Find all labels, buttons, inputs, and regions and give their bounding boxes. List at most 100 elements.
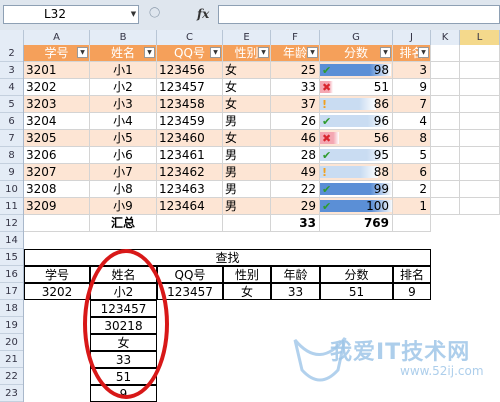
cell-empty[interactable]: [460, 181, 500, 198]
cell-empty[interactable]: [460, 96, 500, 113]
cell-age[interactable]: 26: [271, 113, 320, 130]
column-header-K[interactable]: K: [431, 30, 460, 45]
summary-age-total[interactable]: 33: [271, 215, 320, 232]
cell-empty[interactable]: [431, 147, 460, 164]
table-header-5[interactable]: 年龄 ▼: [271, 45, 320, 62]
select-all-corner[interactable]: [0, 30, 24, 45]
cell-qq[interactable]: 123457: [157, 79, 223, 96]
row-header-7[interactable]: 7: [0, 130, 23, 147]
cell-id[interactable]: 3208: [24, 181, 90, 198]
table-header-2[interactable]: 姓名 ▼: [90, 45, 157, 62]
row-header-5[interactable]: 5: [0, 96, 23, 113]
lookup-value-5[interactable]: 33: [271, 283, 320, 300]
column-header-E[interactable]: E: [223, 30, 271, 45]
cell-id[interactable]: 3205: [24, 130, 90, 147]
cell-qq[interactable]: 123459: [157, 113, 223, 130]
name-box-dropdown-icon[interactable]: ▼: [128, 5, 139, 24]
cell-rank[interactable]: 3: [393, 62, 431, 79]
cell-name[interactable]: 小4: [90, 113, 157, 130]
lookup-value-6[interactable]: 51: [320, 283, 393, 300]
column-header-F[interactable]: F: [271, 30, 320, 45]
row-header-4[interactable]: 4: [0, 79, 23, 96]
cell-name[interactable]: 小2: [90, 79, 157, 96]
cell-qq[interactable]: 123460: [157, 130, 223, 147]
cell-sex[interactable]: 女: [223, 62, 271, 79]
cell-score[interactable]: ✔ 98: [320, 62, 393, 79]
cell-rank[interactable]: 6: [393, 164, 431, 181]
summary-score-total[interactable]: 769: [320, 215, 393, 232]
row-header-17[interactable]: 17: [0, 283, 23, 300]
formula-bar-resize-icon[interactable]: ◯: [149, 7, 160, 18]
table-header-3[interactable]: QQ号 ▼: [157, 45, 223, 62]
cell-name[interactable]: 小6: [90, 147, 157, 164]
cell-rank[interactable]: 2: [393, 181, 431, 198]
cell-age[interactable]: 28: [271, 147, 320, 164]
row-header-2[interactable]: 2: [0, 45, 23, 62]
cell-rank[interactable]: 1: [393, 198, 431, 215]
cell-score[interactable]: ! 88: [320, 164, 393, 181]
cell-score[interactable]: ✔ 99: [320, 181, 393, 198]
lookup-header-7[interactable]: 排名: [393, 266, 431, 283]
cell-empty[interactable]: [431, 164, 460, 181]
cell-age[interactable]: 25: [271, 62, 320, 79]
cell-name[interactable]: 小3: [90, 96, 157, 113]
cell-score[interactable]: ✔ 96: [320, 113, 393, 130]
filter-dropdown-icon[interactable]: ▼: [418, 47, 429, 58]
cell-id[interactable]: 3204: [24, 113, 90, 130]
cell-age[interactable]: 46: [271, 130, 320, 147]
cell-id[interactable]: 3201: [24, 62, 90, 79]
cell-id[interactable]: 3209: [24, 198, 90, 215]
cell-score[interactable]: ✔ 95: [320, 147, 393, 164]
cell-empty[interactable]: [431, 62, 460, 79]
cell-id[interactable]: 3206: [24, 147, 90, 164]
cell-score[interactable]: ! 86: [320, 96, 393, 113]
cell-empty[interactable]: [460, 147, 500, 164]
row-header-22[interactable]: 22: [0, 368, 23, 385]
filter-dropdown-icon[interactable]: ▼: [380, 47, 391, 58]
table-header-4[interactable]: 性别 ▼: [223, 45, 271, 62]
cell-sex[interactable]: 男: [223, 198, 271, 215]
column-header-A[interactable]: A: [24, 30, 90, 45]
row-header-10[interactable]: 10: [0, 181, 23, 198]
column-header-G[interactable]: G: [320, 30, 393, 45]
cell-score[interactable]: ✔ 100: [320, 198, 393, 215]
row-header-9[interactable]: 9: [0, 164, 23, 181]
cell-empty[interactable]: [24, 215, 90, 232]
cell-empty[interactable]: [431, 181, 460, 198]
cell-rank[interactable]: 4: [393, 113, 431, 130]
cell-qq[interactable]: 123462: [157, 164, 223, 181]
row-header-11[interactable]: 11: [0, 198, 23, 215]
cell-id[interactable]: 3202: [24, 79, 90, 96]
lookup-value-3[interactable]: 123457: [157, 283, 223, 300]
column-header-L[interactable]: L: [460, 30, 500, 45]
lookup-header-4[interactable]: 性别: [223, 266, 271, 283]
lookup-header-6[interactable]: 分数: [320, 266, 393, 283]
cell-L2b[interactable]: [460, 45, 500, 62]
row-header-12[interactable]: 12: [0, 215, 23, 232]
lookup-value-1[interactable]: 3202: [24, 283, 90, 300]
cell-empty[interactable]: [460, 113, 500, 130]
cell-id[interactable]: 3203: [24, 96, 90, 113]
row-header-14[interactable]: 14: [0, 232, 23, 249]
filter-dropdown-icon[interactable]: ▼: [307, 47, 318, 58]
cell-L2[interactable]: [431, 45, 460, 62]
cell-empty[interactable]: [460, 79, 500, 96]
lookup-header-1[interactable]: 学号: [24, 266, 90, 283]
row-header-21[interactable]: 21: [0, 351, 23, 368]
cell-empty[interactable]: [157, 215, 223, 232]
cell-rank[interactable]: 5: [393, 147, 431, 164]
cell-empty[interactable]: [431, 79, 460, 96]
cell-name[interactable]: 小7: [90, 164, 157, 181]
cell-sex[interactable]: 女: [223, 130, 271, 147]
table-header-6[interactable]: 分数 ▼: [320, 45, 393, 62]
cell-sex[interactable]: 男: [223, 181, 271, 198]
row-header-23[interactable]: 23: [0, 385, 23, 402]
cell-id[interactable]: 3207: [24, 164, 90, 181]
row-header-3[interactable]: 3: [0, 62, 23, 79]
row-header-19[interactable]: 19: [0, 317, 23, 334]
row-header-16[interactable]: 16: [0, 266, 23, 283]
cell-empty[interactable]: [431, 130, 460, 147]
cell-rank[interactable]: 8: [393, 130, 431, 147]
lookup-header-3[interactable]: QQ号: [157, 266, 223, 283]
cell-empty[interactable]: [460, 198, 500, 215]
